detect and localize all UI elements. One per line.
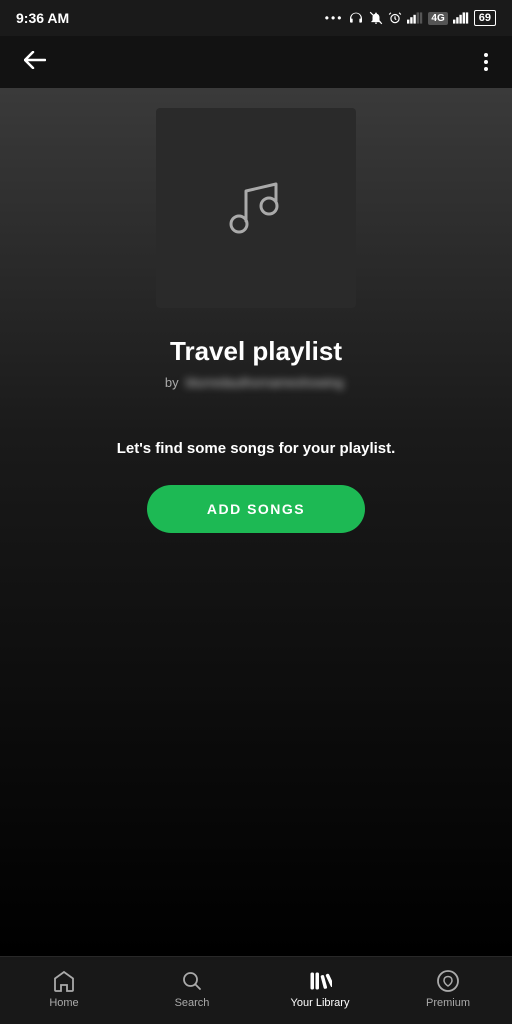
network-badge: 4G [428, 12, 447, 25]
add-songs-button[interactable]: ADD SONGS [147, 485, 365, 533]
status-time: 9:36 AM [16, 10, 69, 26]
back-button[interactable] [16, 45, 54, 79]
music-note-icon [216, 166, 296, 251]
signal-dots: ••• [325, 11, 344, 25]
library-icon [308, 969, 332, 993]
playlist-title: Travel playlist [170, 336, 342, 367]
nav-item-library[interactable]: Your Library [256, 969, 384, 1009]
bottom-nav: Home Search Your Library [0, 956, 512, 1024]
home-label: Home [49, 997, 78, 1009]
by-label: by [165, 375, 179, 390]
premium-label: Premium [426, 997, 470, 1009]
bell-icon [369, 11, 383, 25]
search-icon [180, 969, 204, 993]
signal-icon [407, 12, 423, 24]
status-icons: ••• 4G [325, 10, 496, 26]
home-icon [52, 969, 76, 993]
search-label: Search [175, 997, 210, 1009]
playlist-author-name: blurredauthornameshowing [182, 375, 347, 390]
library-label: Your Library [291, 997, 350, 1009]
top-nav [0, 36, 512, 88]
more-dots-icon [484, 53, 488, 71]
more-options-button[interactable] [476, 49, 496, 75]
album-art [156, 108, 356, 308]
nav-item-search[interactable]: Search [128, 969, 256, 1009]
headphone-icon [348, 11, 364, 25]
premium-icon [436, 969, 460, 993]
playlist-author-line: by blurredauthornameshowing [165, 375, 347, 390]
signal2-icon [453, 12, 469, 24]
nav-item-premium[interactable]: Premium [384, 969, 512, 1009]
alarm-icon [388, 11, 402, 25]
cta-text: Let's find some songs for your playlist. [117, 440, 396, 457]
main-content: Travel playlist by blurredauthornameshow… [0, 88, 512, 956]
status-bar: 9:36 AM ••• 4G [0, 0, 512, 36]
battery-icon: 69 [474, 10, 496, 26]
nav-item-home[interactable]: Home [0, 969, 128, 1009]
